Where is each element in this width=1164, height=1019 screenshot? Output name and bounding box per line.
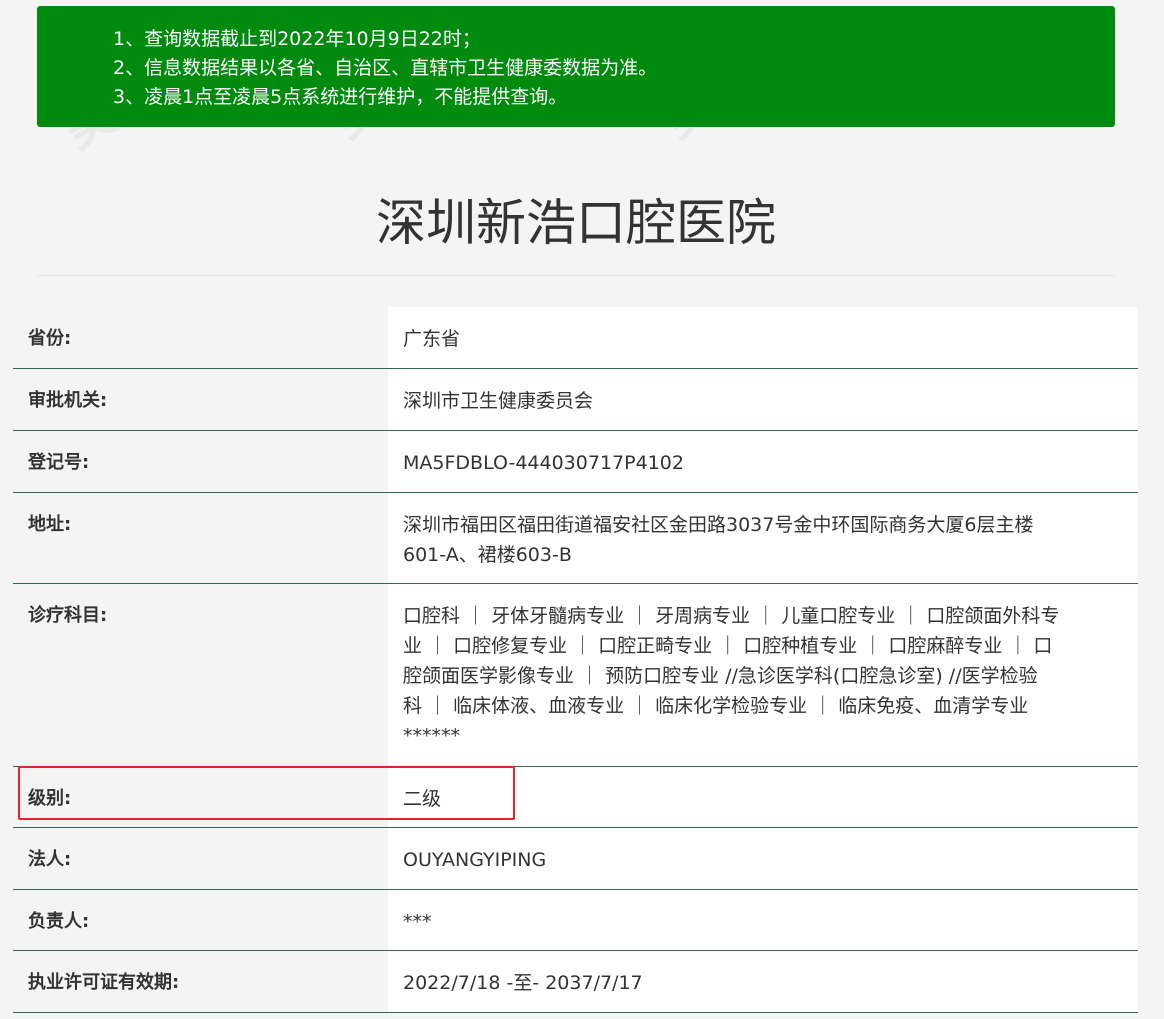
info-row-address: 地址: 深圳市福田区福田街道福安社区金田路3037号金中环国际商务大厦6层主楼 …: [13, 493, 1138, 584]
info-row-responsible: 负责人: ***: [13, 890, 1138, 951]
row-label: 法人:: [13, 828, 388, 889]
row-value: OUYANGYIPING: [388, 828, 1138, 889]
notice-banner: 1、查询数据截止到2022年10月9日22时； 2、信息数据结果以各省、自治区、…: [37, 6, 1115, 127]
row-value: 2022/7/18 -至- 2037/7/17: [388, 951, 1138, 1012]
title-divider: [37, 275, 1115, 276]
value-line: 业 ｜ 口腔修复专业 ｜ 口腔正畸专业 ｜ 口腔种植专业 ｜ 口腔麻醉专业 ｜ …: [403, 635, 1053, 657]
row-label: 地址:: [13, 493, 388, 583]
info-row-authority: 审批机关: 深圳市卫生健康委员会: [13, 369, 1138, 431]
row-label: 执业许可证有效期:: [13, 951, 388, 1012]
info-row-legal-person: 法人: OUYANGYIPING: [13, 828, 1138, 890]
notice-line: 1、查询数据截止到2022年10月9日22时；: [113, 28, 481, 50]
value-line: 口腔科 ｜ 牙体牙髓病专业 ｜ 牙周病专业 ｜ 儿童口腔专业 ｜ 口腔颌面外科专: [403, 605, 1060, 627]
row-label: 诊疗科目:: [13, 584, 388, 766]
row-label: 审批机关:: [13, 369, 388, 430]
level-highlight-box: [18, 766, 515, 820]
value-line: 深圳市福田区福田街道福安社区金田路3037号金中环国际商务大厦6层主楼: [403, 514, 1034, 536]
value-line: 科 ｜ 临床体液、血液专业 ｜ 临床化学检验专业 ｜ 临床免疫、血清学专业: [403, 695, 1029, 717]
value-line: 601-A、裙楼603-B: [403, 544, 572, 566]
info-row-province: 省份: 广东省: [13, 307, 1138, 369]
info-row-registration: 登记号: MA5FDBLO-444030717P4102: [13, 431, 1138, 493]
row-value: ***: [388, 890, 1138, 950]
row-value: 口腔科 ｜ 牙体牙髓病专业 ｜ 牙周病专业 ｜ 儿童口腔专业 ｜ 口腔颌面外科专…: [388, 584, 1138, 766]
row-value: 广东省: [388, 307, 1138, 368]
row-value: 深圳市卫生健康委员会: [388, 369, 1138, 430]
info-row-departments: 诊疗科目: 口腔科 ｜ 牙体牙髓病专业 ｜ 牙周病专业 ｜ 儿童口腔专业 ｜ 口…: [13, 584, 1138, 767]
value-line: 腔颌面医学影像专业 ｜ 预防口腔专业 //急诊医学科(口腔急诊室) //医学检验: [403, 665, 1038, 687]
row-value: 深圳市福田区福田街道福安社区金田路3037号金中环国际商务大厦6层主楼 601-…: [388, 493, 1138, 583]
notice-line: 3、凌晨1点至凌晨5点系统进行维护，不能提供查询。: [113, 86, 568, 108]
row-label: 负责人:: [13, 890, 388, 950]
value-line: ******: [403, 725, 460, 747]
row-value: MA5FDBLO-444030717P4102: [388, 431, 1138, 492]
info-row-license-validity: 执业许可证有效期: 2022/7/18 -至- 2037/7/17: [13, 951, 1138, 1013]
page-title: 深圳新浩口腔医院: [376, 194, 776, 252]
notice-line: 2、信息数据结果以各省、自治区、直辖市卫生健康委数据为准。: [113, 57, 658, 79]
row-label: 登记号:: [13, 431, 388, 492]
info-table: 省份: 广东省 审批机关: 深圳市卫生健康委员会 登记号: MA5FDBLO-4…: [13, 307, 1138, 1013]
row-label: 省份:: [13, 307, 388, 368]
